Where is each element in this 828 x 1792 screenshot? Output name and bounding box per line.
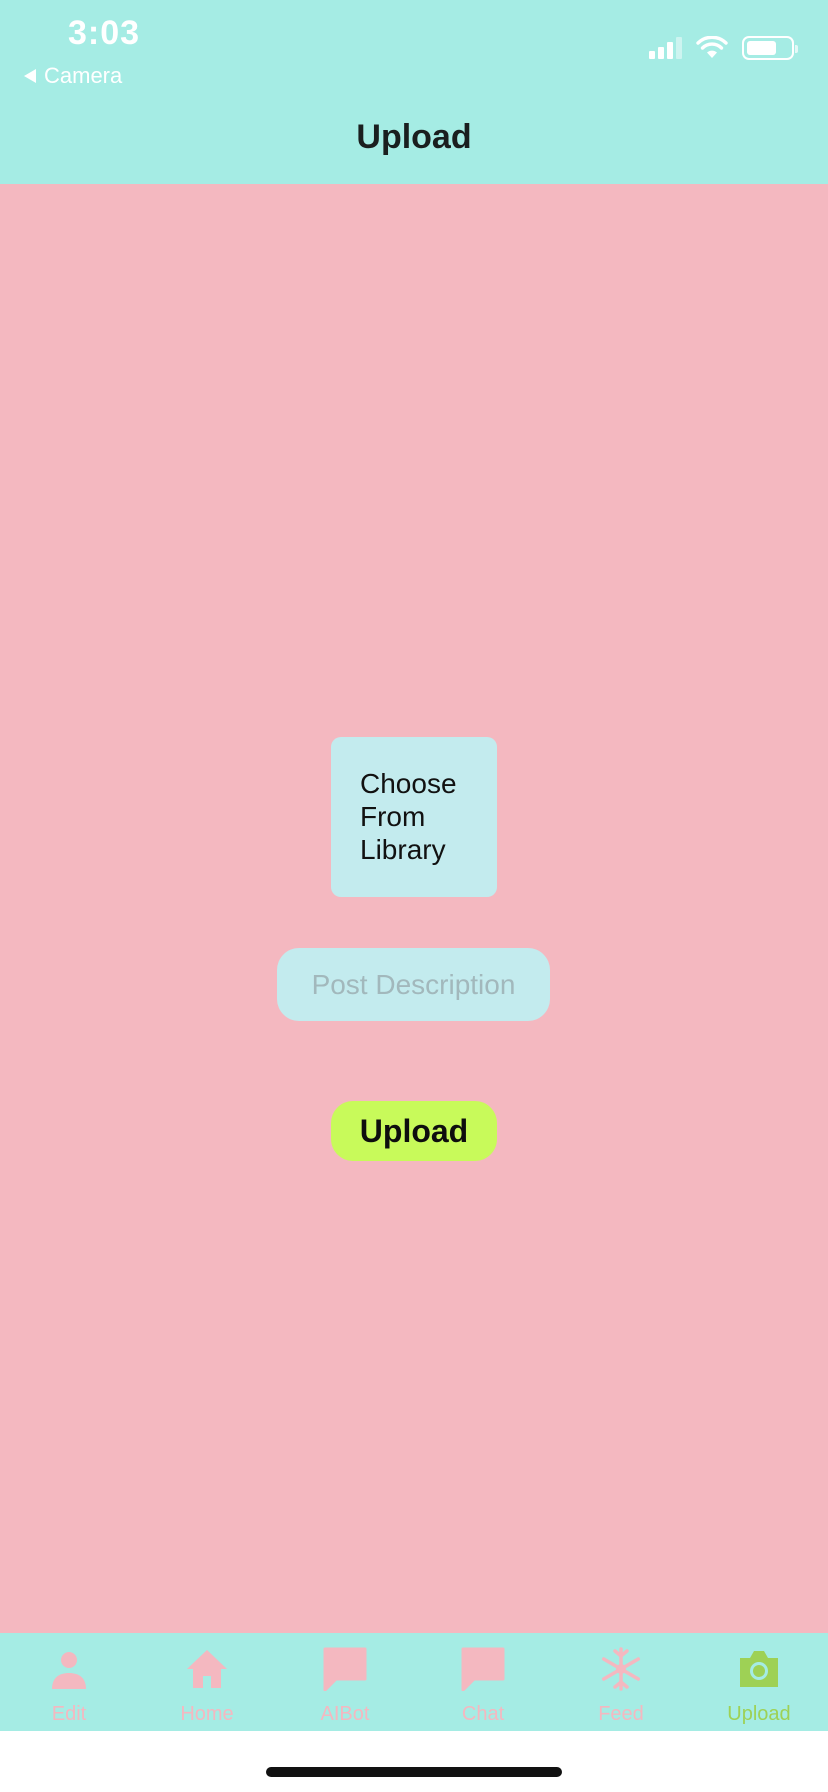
tab-upload[interactable]: Upload: [690, 1633, 828, 1731]
tab-chat-label: Chat: [461, 1703, 505, 1725]
choose-line-1: Choose: [360, 768, 457, 799]
home-indicator[interactable]: [266, 1767, 562, 1777]
back-link-label: Camera: [44, 63, 123, 88]
tab-chat[interactable]: Chat: [414, 1633, 552, 1731]
home-icon: [187, 1650, 227, 1688]
snowflake-icon: [601, 1647, 641, 1691]
tab-edit-label: Edit: [51, 1703, 87, 1725]
tab-edit[interactable]: Edit: [0, 1633, 138, 1731]
home-indicator-area: [0, 1731, 828, 1792]
status-indicators: [649, 36, 798, 60]
tab-upload-label: Upload: [727, 1703, 791, 1725]
tab-aibot-label: AIBot: [320, 1703, 370, 1725]
tab-home-label: Home: [180, 1703, 234, 1725]
upload-button[interactable]: Upload: [331, 1101, 497, 1161]
camera-icon: [740, 1651, 778, 1687]
back-arrow-icon: [24, 69, 36, 83]
tab-aibot[interactable]: AIBot: [276, 1633, 414, 1731]
choose-line-2: From: [360, 801, 426, 832]
post-description-input[interactable]: [277, 948, 550, 1021]
back-to-camera-link[interactable]: Camera: [24, 63, 122, 89]
status-time: 3:03: [68, 14, 141, 52]
header: 3:03 Camera Upload: [0, 0, 828, 184]
tab-feed-label: Feed: [598, 1703, 644, 1725]
wifi-icon: [696, 36, 728, 58]
choose-from-library-button[interactable]: Choose From Library: [331, 737, 497, 897]
tab-feed[interactable]: Feed: [552, 1633, 690, 1731]
upload-content: [0, 184, 828, 1633]
tab-home[interactable]: Home: [138, 1633, 276, 1731]
battery-icon: [742, 36, 798, 60]
cellular-signal-icon: [649, 37, 682, 59]
tab-bar: Edit Home AIBot Chat Feed Upload: [0, 1633, 828, 1731]
chat-bubble-icon: [323, 1647, 367, 1691]
page-title: Upload: [356, 118, 472, 156]
choose-line-3: Library: [360, 834, 446, 865]
chat-bubble-icon: [461, 1647, 505, 1691]
person-icon: [52, 1652, 86, 1689]
